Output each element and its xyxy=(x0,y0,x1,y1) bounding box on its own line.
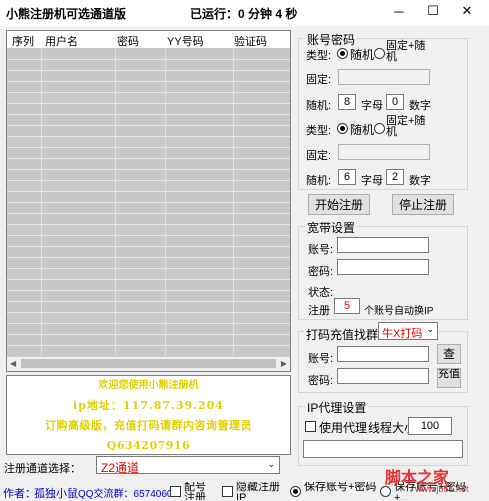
random-label-2: 随机 xyxy=(350,123,375,137)
author-label: 作者： xyxy=(3,488,36,500)
fixed-input-1[interactable] xyxy=(338,69,430,85)
ip-switch-count-input[interactable]: 5 xyxy=(334,298,360,314)
col-header-yy[interactable]: YY号码 xyxy=(167,33,204,49)
watermark-url: www.jb51.net xyxy=(415,484,469,494)
stop-button[interactable]: 停止注册 xyxy=(392,194,454,215)
message-box: 欢迎您使用小熊注册机 ip地址：117.87.39.204 订购高级版，充值打码… xyxy=(6,375,291,455)
ip-switch-text: 个账号自动换IP xyxy=(364,306,434,317)
proxy-address-input[interactable] xyxy=(303,440,463,458)
recharge-button[interactable]: 充值 xyxy=(437,368,461,388)
captcha-provider-select[interactable]: 牛X打码 ⌄ xyxy=(378,322,438,340)
scroll-thumb[interactable] xyxy=(21,359,276,368)
fixed-random-label-2: 固定+随机 xyxy=(386,115,426,138)
captcha-password-label: 密码: xyxy=(308,375,334,387)
runtime-label: 已运行：0 分钟 4 秒 xyxy=(190,7,298,21)
proxy-legend: IP代理设置 xyxy=(305,399,369,416)
letters-label-2: 字母 xyxy=(361,175,383,187)
broadband-account-input[interactable] xyxy=(337,237,429,253)
qq-group: QQ交流群：65740604 xyxy=(78,489,179,500)
digits-label-1: 数字 xyxy=(409,100,431,112)
query-button[interactable]: 查 xyxy=(437,344,461,364)
grid-header: 序列 用户名 密码 YY号码 验证码 xyxy=(7,31,290,49)
use-proxy-checkbox[interactable] xyxy=(305,421,316,432)
fixed-random-label-1: 固定+随机 xyxy=(386,40,426,63)
horizontal-scrollbar[interactable]: ◀ ▶ xyxy=(7,356,290,371)
captcha-legend: 打码充值找群 xyxy=(304,326,381,343)
close-button[interactable]: ✕ xyxy=(452,0,482,22)
rand-label-2: 随机: xyxy=(306,175,332,187)
start-button[interactable]: 开始注册 xyxy=(308,194,370,215)
digits-label-2: 数字 xyxy=(409,175,431,187)
use-proxy-label: 使用代理 xyxy=(319,421,368,435)
rand-label-1: 随机: xyxy=(306,100,332,112)
scroll-right-icon[interactable]: ▶ xyxy=(281,359,287,368)
maximize-button[interactable]: ☐ xyxy=(418,0,448,22)
col-header-index[interactable]: 序列 xyxy=(12,33,34,49)
type-label-1: 类型: xyxy=(306,50,332,62)
save-account-radio[interactable] xyxy=(290,486,301,497)
digits-input-1[interactable]: 0 xyxy=(386,94,404,110)
broadband-password-label: 密码: xyxy=(308,266,334,278)
chevron-down-icon: ⌄ xyxy=(426,324,434,334)
chevron-down-icon: ⌄ xyxy=(267,459,275,469)
minimize-button[interactable]: ─ xyxy=(384,0,414,22)
broadband-legend: 宽带设置 xyxy=(305,219,358,236)
fixed-input-2[interactable] xyxy=(338,144,430,160)
random-label-1: 随机 xyxy=(350,48,375,62)
channel-select[interactable]: Z2通道 ⌄ xyxy=(96,456,280,475)
option-hide-ip[interactable]: 隐藏注册IP xyxy=(222,482,282,500)
grid-rows xyxy=(7,49,290,371)
letters-input-2[interactable]: 6 xyxy=(338,169,356,185)
col-header-password[interactable]: 密码 xyxy=(117,33,139,49)
channel-value: Z2通道 xyxy=(101,461,140,475)
scroll-left-icon[interactable]: ◀ xyxy=(10,359,16,368)
random-radio-1[interactable] xyxy=(337,48,348,59)
digits-input-2[interactable]: 2 xyxy=(386,169,404,185)
option-save-account[interactable]: 保存账号+密码 xyxy=(290,482,380,500)
assign-checkbox[interactable] xyxy=(170,486,181,497)
captcha-account-input[interactable] xyxy=(337,346,429,362)
threads-input[interactable]: 100 xyxy=(408,417,452,435)
author-name: 孤独小鼠 xyxy=(34,488,78,500)
threads-label: 线程大小 xyxy=(368,421,408,435)
broadband-status-label: 状态: xyxy=(308,287,334,299)
ip-address-text: ip地址：117.87.39.204 xyxy=(73,399,224,412)
col-header-captcha[interactable]: 验证码 xyxy=(234,33,267,49)
fixed-label-1: 固定: xyxy=(306,74,332,86)
results-grid[interactable]: 序列 用户名 密码 YY号码 验证码 ◀ ▶ xyxy=(6,30,291,372)
type-label-2: 类型: xyxy=(306,125,332,137)
captcha-account-label: 账号: xyxy=(308,353,334,365)
letters-input-1[interactable]: 8 xyxy=(338,94,356,110)
broadband-password-input[interactable] xyxy=(337,259,429,275)
fixed-radio-2[interactable] xyxy=(374,123,385,134)
option-assign[interactable]: 配号注册 xyxy=(170,482,230,500)
channel-label: 注册通道选择： xyxy=(4,463,81,475)
captcha-password-input[interactable] xyxy=(337,368,429,384)
hide-ip-checkbox[interactable] xyxy=(222,486,233,497)
broadband-account-label: 账号: xyxy=(308,244,334,256)
random-radio-2[interactable] xyxy=(337,123,348,134)
fixed-radio-1[interactable] xyxy=(374,48,385,59)
letters-label-1: 字母 xyxy=(361,100,383,112)
fixed-label-2: 固定: xyxy=(306,150,332,162)
order-info-text: 订购高级版，充值打码请群内咨询管理员Q634207916 xyxy=(45,419,252,452)
window-title: 小熊注册机可选通道版 xyxy=(6,7,127,21)
captcha-provider-value: 牛X打码 xyxy=(382,328,423,340)
register-label: 注册 xyxy=(308,305,330,317)
welcome-text: 欢迎您使用小熊注册机 xyxy=(98,380,199,391)
col-header-username[interactable]: 用户名 xyxy=(45,33,78,49)
